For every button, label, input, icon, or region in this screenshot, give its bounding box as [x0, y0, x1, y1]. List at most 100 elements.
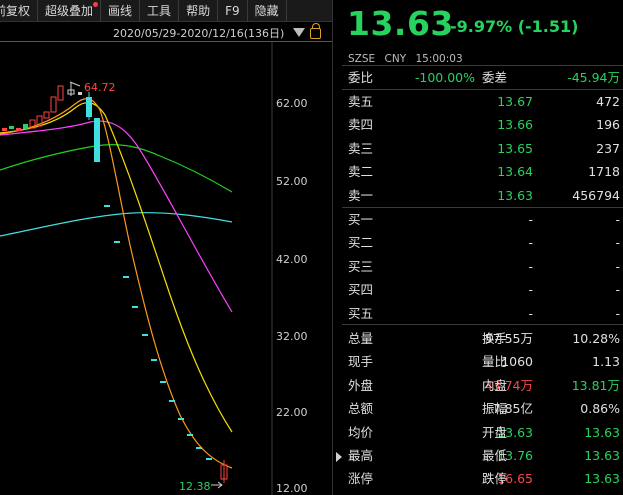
asks-row[interactable]: 卖二 13.64 1718: [342, 160, 623, 183]
quote-panel: 13.63 -9.97% (-1.51) SZSE CNY 15:00:03 委…: [342, 0, 623, 495]
bids-volume: -: [615, 282, 620, 298]
candle: [132, 306, 138, 308]
quote-header: 13.63 -9.97% (-1.51) SZSE CNY 15:00:03: [342, 0, 623, 66]
toolbar-hide-button[interactable]: 隐藏: [248, 0, 287, 22]
stat-label: 最高: [348, 448, 374, 463]
asks-price: 13.65: [497, 140, 533, 156]
toolbar-overlay-label: 超级叠加: [45, 4, 94, 18]
stat-label: 现手: [348, 354, 374, 370]
y-tick-label: 32.00: [276, 330, 308, 343]
candle: [43, 111, 50, 119]
candle: [187, 434, 193, 436]
candle: [86, 97, 92, 117]
candle: [178, 418, 184, 420]
price-axis: 62.00 52.00 42.00 32.00 22.00 12.00: [276, 97, 308, 495]
bids-price: -: [528, 258, 533, 274]
candle: [2, 128, 7, 131]
asks-row[interactable]: 卖四 13.66 196: [342, 113, 623, 136]
asks-price: 13.66: [497, 117, 533, 133]
toolbar-f9-button[interactable]: F9: [218, 0, 248, 22]
divider: [342, 324, 623, 325]
asks-label: 卖四: [348, 117, 374, 133]
stats-row: 涨停 16.65 跌停 13.63: [342, 467, 623, 490]
stat-label: 涨停: [348, 471, 374, 487]
weicha-value: -45.94万: [567, 70, 620, 85]
stats-row: 均价 13.63 开盘 13.63: [342, 421, 623, 444]
asks-volume: 472: [596, 94, 620, 109]
triangle-down-icon[interactable]: [293, 27, 305, 37]
candle: [9, 126, 14, 129]
quote-time: 15:00:03: [415, 53, 463, 65]
asks-row[interactable]: 卖五 13.67 472: [342, 90, 623, 113]
exchange-info: SZSE CNY 15:00:03: [348, 53, 469, 65]
asks-label: 卖一: [348, 187, 374, 203]
bids-row[interactable]: 买四 - -: [342, 278, 623, 301]
kline-chart[interactable]: 62.00 52.00 42.00 32.00 22.00 12.00 64.7…: [0, 22, 335, 495]
asks-row[interactable]: 卖三 13.65 237: [342, 137, 623, 160]
stat-label: 总额: [348, 401, 374, 417]
bids-volume: -: [615, 305, 620, 321]
panel-splitter[interactable]: [332, 0, 342, 495]
bids-label: 买一: [348, 212, 374, 227]
candle: [78, 92, 82, 95]
stat-label: 跌停: [482, 471, 508, 487]
bids-row[interactable]: 买三 - -: [342, 255, 623, 278]
asks-price: 13.64: [497, 164, 533, 180]
weicha-label: 委差: [482, 70, 508, 85]
lock-icon[interactable]: [310, 23, 321, 39]
stat-label: 换手: [482, 331, 508, 346]
chart-toolbar: 前复权 超级叠加 画线 工具 帮助 F9 隐藏: [0, 0, 335, 22]
y-tick-label: 52.00: [276, 175, 308, 188]
toolbar-help-button[interactable]: 帮助: [179, 0, 219, 22]
bids-price: -: [528, 282, 533, 298]
candle: [151, 359, 157, 361]
current-price: 13.63: [347, 4, 454, 43]
stat-label: 外盘: [348, 377, 374, 393]
exchange-code: SZSE: [348, 53, 376, 65]
ma60-line: [0, 212, 233, 237]
stat-value: 13.63: [584, 448, 620, 463]
y-tick-label: 12.00: [276, 482, 308, 495]
ma30-line: [0, 144, 233, 193]
bids-label: 买四: [348, 282, 374, 298]
toolbar-tools-button[interactable]: 工具: [140, 0, 180, 22]
weibi-value: -100.00%: [414, 70, 475, 85]
asks-row[interactable]: 卖一 13.63 456794: [342, 184, 623, 207]
bids-volume: -: [615, 212, 620, 227]
toolbar-overlay-button[interactable]: 超级叠加: [38, 0, 102, 22]
chart-date-range-bar: 2020/05/29-2020/12/16(136日): [0, 22, 335, 42]
price-change: -9.97% (-1.51): [450, 17, 579, 36]
stat-label: 总量: [348, 331, 374, 346]
candle: [114, 241, 120, 243]
stats-row: 现手 1060 量比 1.13: [342, 350, 623, 373]
bids-label: 买五: [348, 305, 374, 321]
ma5-line: [0, 98, 233, 469]
candle: [57, 85, 64, 101]
candle: [23, 124, 28, 129]
y-tick-label: 22.00: [276, 406, 308, 419]
toolbar-draw-button[interactable]: 画线: [101, 0, 141, 22]
asks-volume: 196: [596, 117, 620, 133]
bids-volume: -: [615, 235, 620, 251]
stat-label: 开盘: [482, 424, 508, 440]
candle: [169, 400, 175, 402]
stat-label: 振幅: [482, 401, 508, 417]
candlesticks: [2, 82, 228, 483]
stat-value: 13.63: [584, 424, 620, 440]
stat-value: 0.86%: [580, 401, 620, 417]
notification-dot-icon: [93, 2, 99, 7]
ma10-line: [0, 102, 233, 433]
kline-chart-area[interactable]: 62.00 52.00 42.00 32.00 22.00 12.00 64.7…: [0, 22, 335, 495]
asks-label: 卖二: [348, 164, 374, 180]
bids-label: 买三: [348, 258, 374, 274]
bids-label: 买二: [348, 235, 374, 251]
bids-row[interactable]: 买一 - -: [342, 208, 623, 231]
weibi-label: 委比: [348, 70, 374, 85]
candle: [50, 96, 57, 113]
toolbar-adjust-button[interactable]: 前复权: [0, 0, 39, 22]
bids-price: -: [528, 212, 533, 227]
bids-row[interactable]: 买五 - -: [342, 302, 623, 325]
bids-row[interactable]: 买二 - -: [342, 231, 623, 254]
bids-price: -: [528, 305, 533, 321]
stats-row: 总额 7.85亿 振幅 0.86%: [342, 397, 623, 420]
